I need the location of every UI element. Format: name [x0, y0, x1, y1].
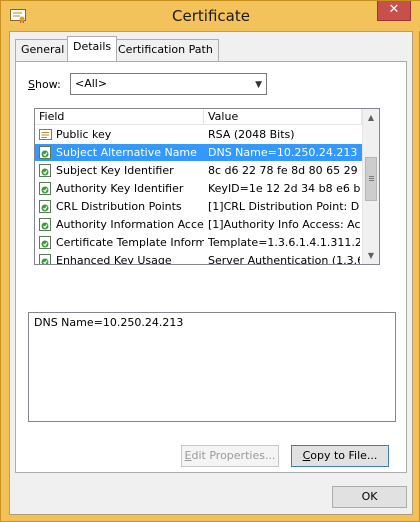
edit-properties-accel: E [184, 449, 192, 462]
certificate-field-icon [39, 129, 52, 140]
field-value: KeyID=1e 12 2d 34 b8 e6 b0 ... [208, 182, 360, 195]
close-icon: ✕ [388, 2, 400, 17]
tab-details[interactable]: Details [67, 36, 118, 61]
extension-icon [39, 200, 51, 213]
tab-general[interactable]: General [15, 39, 71, 61]
field-detail-box[interactable]: DNS Name=10.250.24.213 [28, 312, 396, 422]
scroll-up-icon[interactable]: ▲ [363, 109, 379, 126]
tab-general-label: General [21, 43, 65, 56]
tab-details-label: Details [73, 40, 112, 53]
tab-certification-path[interactable]: Certification Path [112, 39, 219, 61]
extension-icon [39, 218, 51, 231]
field-value: Template=1.3.6.1.4.1.311.21... [208, 236, 360, 249]
extension-icon [39, 236, 51, 249]
field-value: DNS Name=10.250.24.213 [208, 146, 358, 159]
extension-icon [39, 254, 51, 264]
extension-icon [39, 146, 51, 159]
table-row[interactable]: Authority Key Identifier KeyID=1e 12 2d 3… [35, 180, 362, 197]
column-header-field[interactable]: Field [35, 109, 204, 125]
field-name: Authority Information Access [56, 218, 204, 231]
dialog-client-area: General Details Certification Path Show:… [9, 31, 413, 515]
show-label-accel: S [28, 78, 35, 91]
scrollbar-thumb[interactable] [365, 157, 377, 201]
show-label-text: how: [34, 78, 61, 91]
table-row[interactable]: Certificate Template Inform... Template=1… [35, 234, 362, 251]
field-name: CRL Distribution Points [56, 200, 182, 213]
details-tab-panel: Show: <All> ▼ Field Value Public key RSA … [15, 61, 407, 473]
certificate-window: Certificate ✕ General Details Certificat… [0, 0, 420, 522]
field-name: Subject Alternative Name [56, 146, 197, 159]
field-value: 8c d6 22 78 fe 8d 80 65 29 cf ... [208, 164, 360, 177]
field-value: Server Authentication (1.3.6.... [208, 254, 360, 265]
grip-line [369, 176, 374, 177]
list-scrollbar[interactable]: ▲ ▼ [362, 109, 379, 264]
show-label: Show: [28, 78, 61, 91]
ok-button[interactable]: OK [332, 486, 407, 508]
edit-properties-button[interactable]: Edit Properties... [181, 445, 279, 467]
field-name: Certificate Template Inform... [56, 236, 204, 249]
close-button[interactable]: ✕ [377, 1, 411, 21]
copy-to-file-label: opy to File... [310, 449, 378, 462]
ok-label: OK [361, 490, 378, 503]
field-name: Subject Key Identifier [56, 164, 174, 177]
chevron-down-icon: ▼ [255, 80, 262, 90]
extension-icon [39, 164, 51, 177]
grip-line [369, 178, 374, 179]
field-value: [1]Authority Info Access: Acc... [208, 218, 360, 231]
tab-certification-path-label: Certification Path [118, 43, 213, 56]
grip-line [369, 180, 374, 181]
copy-to-file-button[interactable]: Copy to File... [291, 445, 389, 467]
field-name: Enhanced Key Usage [56, 254, 172, 265]
title-bar[interactable]: Certificate ✕ [1, 1, 420, 31]
field-name: Public key [56, 128, 112, 141]
table-row[interactable]: CRL Distribution Points [1]CRL Distributi… [35, 198, 362, 215]
fields-list[interactable]: Field Value Public key RSA (2048 Bits) Sub… [34, 108, 380, 265]
field-value: RSA (2048 Bits) [208, 128, 295, 141]
table-row[interactable]: Public key RSA (2048 Bits) [35, 126, 362, 143]
extension-icon [39, 182, 51, 195]
table-row[interactable]: Subject Alternative Name DNS Name=10.250.… [35, 144, 362, 161]
table-row[interactable]: Enhanced Key Usage Server Authentication … [35, 252, 362, 265]
field-name: Authority Key Identifier [56, 182, 184, 195]
table-row[interactable]: Subject Key Identifier 8c d6 22 78 fe 8d … [35, 162, 362, 179]
list-header: Field Value [35, 109, 362, 125]
column-header-value[interactable]: Value [204, 109, 362, 125]
table-row[interactable]: Authority Information Access [1]Authority… [35, 216, 362, 233]
window-title: Certificate [172, 7, 250, 25]
show-dropdown-value: <All> [75, 77, 108, 90]
scroll-down-icon[interactable]: ▼ [363, 247, 379, 264]
edit-properties-label: dit Properties... [191, 449, 276, 462]
show-dropdown[interactable]: <All> ▼ [70, 73, 267, 95]
field-value: [1]CRL Distribution Point: Distr... [208, 200, 360, 213]
